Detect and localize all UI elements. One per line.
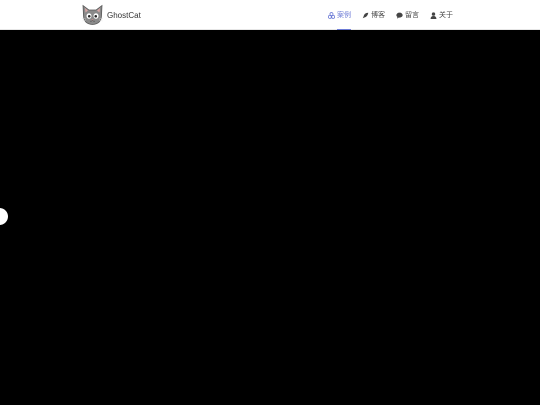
- nav-item-label: 博客: [371, 12, 385, 19]
- nav-item-label: 留言: [405, 12, 419, 19]
- cases-icon: [328, 11, 335, 19]
- main-menu: 案例 博客 留言 关于: [328, 0, 464, 30]
- main-content-area: [0, 31, 540, 405]
- brand-name: GhostCat: [107, 10, 141, 20]
- nav-item-cases[interactable]: 案例: [328, 0, 351, 30]
- nav-item-blog[interactable]: 博客: [362, 0, 385, 30]
- brand-link[interactable]: GhostCat: [81, 4, 141, 26]
- nav-item-guestbook[interactable]: 留言: [396, 0, 419, 30]
- nav-item-label: 关于: [439, 12, 453, 19]
- feather-icon: [362, 12, 369, 18]
- nav-item-label: 案例: [337, 12, 351, 19]
- nav-item-about[interactable]: 关于: [430, 0, 453, 30]
- cat-face-icon: [81, 4, 104, 25]
- user-icon: [430, 11, 437, 19]
- comment-icon: [396, 12, 403, 19]
- top-navbar: GhostCat 案例 博客 留言 关于: [0, 0, 540, 30]
